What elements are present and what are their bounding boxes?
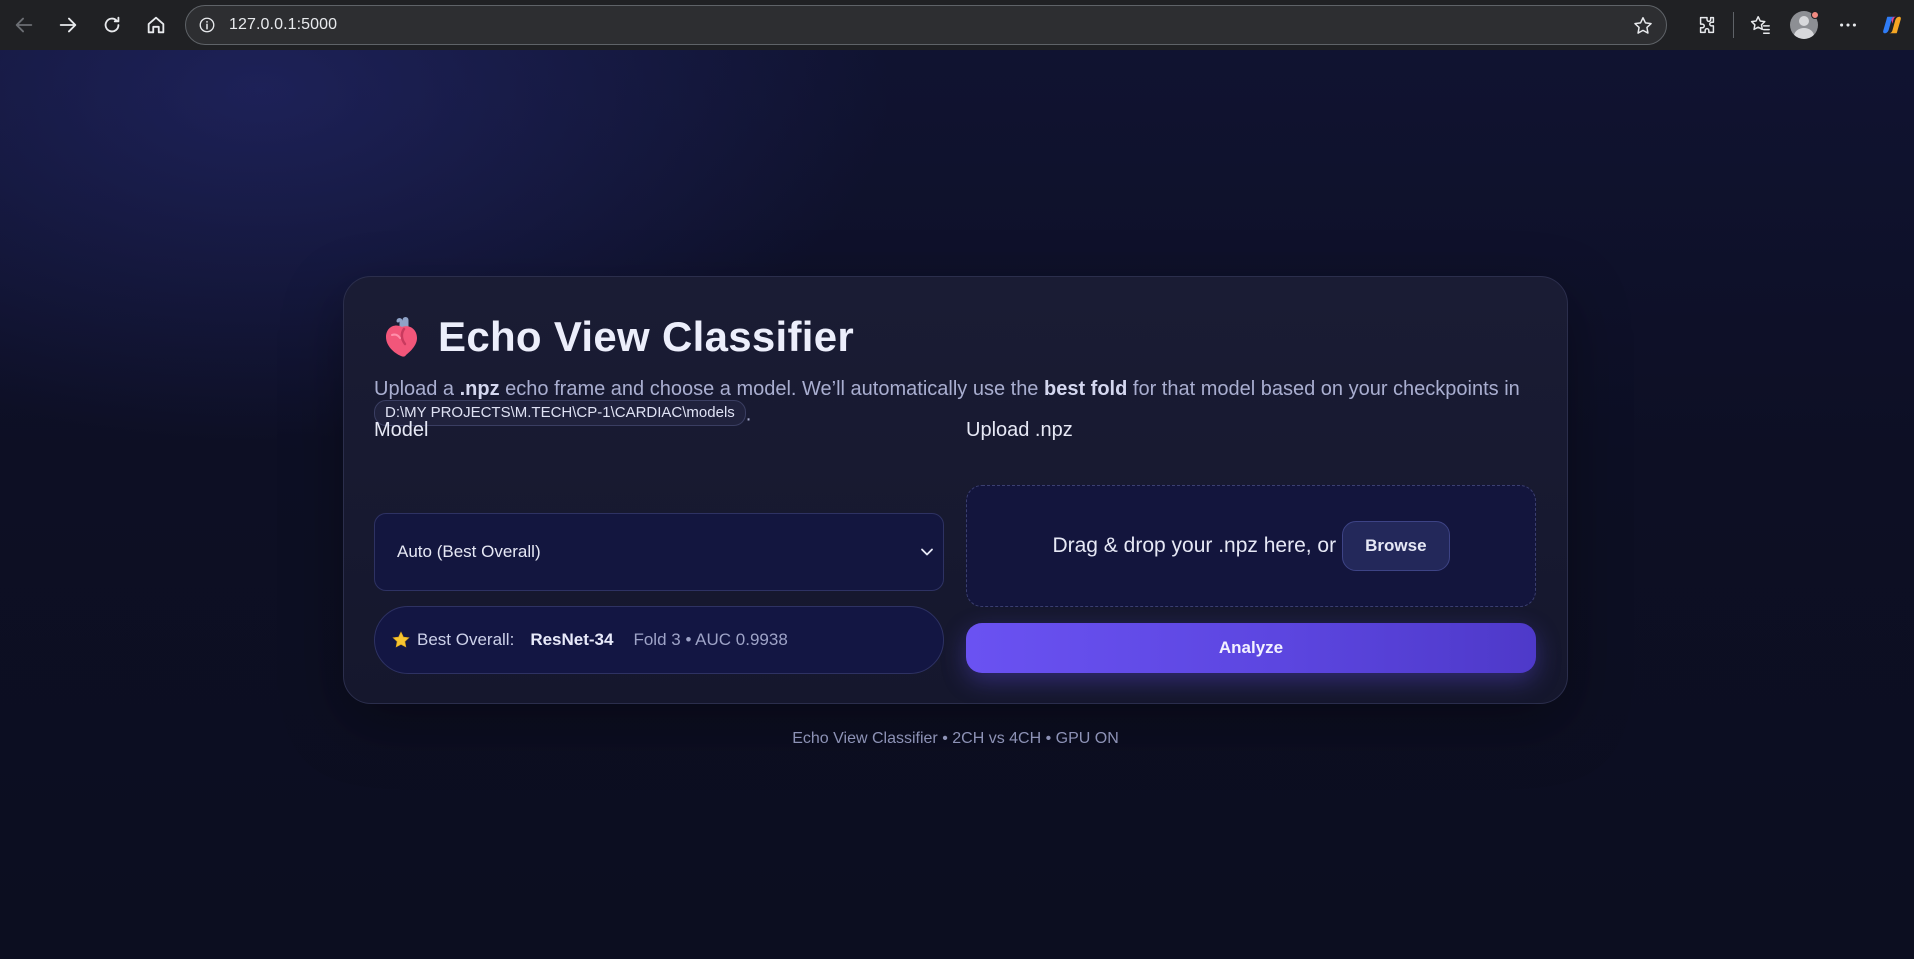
site-info-icon[interactable] xyxy=(196,14,218,36)
back-arrow-icon xyxy=(15,17,33,33)
address-bar[interactable]: 127.0.0.1:5000 xyxy=(185,5,1667,45)
copilot-icon xyxy=(1883,16,1901,34)
copilot-button[interactable] xyxy=(1870,3,1914,47)
desc-text-4: . xyxy=(745,403,752,426)
page-title: Echo View Classifier xyxy=(438,313,855,360)
checkpoint-path-chip: D:\MY PROJECTS\M.TECH\CP-1\CARDIAC\model… xyxy=(374,400,746,426)
description: Upload a .npz echo frame and choose a mo… xyxy=(374,377,1524,428)
npz-dropzone[interactable]: Drag & drop your .npz here, or Browse xyxy=(966,485,1536,607)
forward-arrow-icon xyxy=(59,17,77,33)
desc-text-1: Upload a xyxy=(374,378,460,400)
best-overall-badge: Best Overall: ResNet-34 Fold 3 • AUC 0.9… xyxy=(374,606,944,674)
desc-text-3: for that model based on your checkpoints… xyxy=(1127,378,1520,400)
best-model-name: ResNet-34 xyxy=(530,630,614,649)
reload-button[interactable] xyxy=(92,5,132,45)
best-overall-label: Best Overall: xyxy=(417,630,515,649)
bookmark-star-icon[interactable] xyxy=(1632,15,1654,37)
desc-text-2: echo frame and choose a model. We’ll aut… xyxy=(499,378,1044,400)
title-row: Echo View Classifier xyxy=(380,313,854,361)
favorites-button[interactable] xyxy=(1738,3,1782,47)
more-menu-button[interactable] xyxy=(1826,3,1870,47)
more-dots-icon xyxy=(1840,23,1856,27)
chevron-down-icon xyxy=(921,548,933,556)
page-background: Echo View Classifier Upload a .npz echo … xyxy=(0,50,1914,959)
analyze-button[interactable]: Analyze xyxy=(966,623,1536,673)
notification-dot xyxy=(1811,11,1819,19)
browse-button[interactable]: Browse xyxy=(1342,521,1450,571)
home-button[interactable] xyxy=(136,5,176,45)
forward-button[interactable] xyxy=(48,5,88,45)
model-select-value: Auto (Best Overall) xyxy=(397,542,541,561)
toolbar-divider xyxy=(1733,12,1734,38)
extensions-button[interactable] xyxy=(1685,3,1729,47)
upload-label: Upload .npz xyxy=(966,419,1073,441)
url-text[interactable]: 127.0.0.1:5000 xyxy=(229,16,337,34)
best-model-meta: Fold 3 • AUC 0.9938 xyxy=(633,630,788,649)
model-select[interactable]: Auto (Best Overall) xyxy=(374,513,944,591)
dropzone-text: Drag & drop your .npz here, or xyxy=(1052,534,1337,557)
browser-toolbar: 127.0.0.1:5000 xyxy=(0,0,1914,50)
desc-npz-emphasis: .npz xyxy=(459,378,500,400)
desc-best-fold-emphasis: best fold xyxy=(1044,378,1128,400)
home-icon xyxy=(147,16,165,34)
star-icon xyxy=(392,631,410,648)
classifier-card: Echo View Classifier Upload a .npz echo … xyxy=(343,276,1568,704)
reload-icon xyxy=(104,16,120,33)
favorites-star-icon xyxy=(1750,16,1770,34)
profile-button[interactable] xyxy=(1782,3,1826,47)
model-label: Model xyxy=(374,419,429,441)
footer-text: Echo View Classifier • 2CH vs 4CH • GPU … xyxy=(792,730,1119,747)
anatomical-heart-icon xyxy=(386,317,417,357)
back-button[interactable] xyxy=(4,5,44,45)
puzzle-icon xyxy=(1699,16,1715,34)
